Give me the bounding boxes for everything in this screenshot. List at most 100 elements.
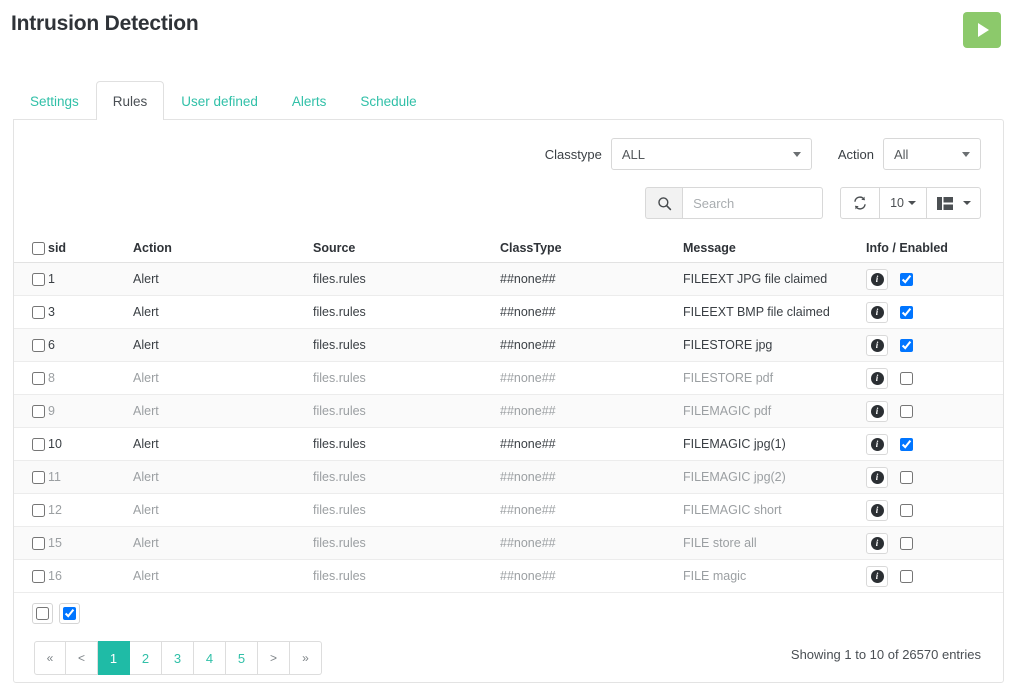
table-row[interactable]: 3 Alert files.rules ##none## FILEEXT BMP fil… xyxy=(14,296,1003,329)
cell-message: FILEEXT JPG file claimed xyxy=(683,272,828,286)
info-button[interactable]: i xyxy=(866,499,888,521)
tab-user-defined[interactable]: User defined xyxy=(164,81,275,120)
action-label: Action xyxy=(837,146,874,162)
row-select-checkbox[interactable] xyxy=(32,570,45,584)
bulk-toggle-group xyxy=(32,603,80,624)
enabled-checkbox[interactable] xyxy=(900,569,913,583)
info-button[interactable]: i xyxy=(866,334,888,356)
page-button[interactable]: 3 xyxy=(162,641,194,675)
bulk-disable-button[interactable] xyxy=(32,603,53,624)
row-select-checkbox[interactable] xyxy=(32,405,45,419)
cell-source: files.rules xyxy=(313,272,366,286)
tab-label: User defined xyxy=(181,93,258,109)
tab-label: Rules xyxy=(112,93,148,109)
info-button[interactable]: i xyxy=(866,565,888,587)
row-select-checkbox[interactable] xyxy=(32,438,45,452)
row-select-checkbox[interactable] xyxy=(32,471,45,485)
page-button[interactable]: » xyxy=(290,641,322,675)
row-select-checkbox[interactable] xyxy=(32,306,45,320)
row-select-checkbox[interactable] xyxy=(32,504,45,518)
enabled-checkbox[interactable] xyxy=(900,437,913,451)
page-button[interactable]: 4 xyxy=(194,641,226,675)
page-button[interactable]: 5 xyxy=(226,641,258,675)
bulk-enable-button[interactable] xyxy=(59,603,80,624)
column-header[interactable]: Message xyxy=(683,241,866,255)
row-select-cell xyxy=(14,536,48,551)
intrusion-detection-page: Intrusion Detection Settings Rules User de… xyxy=(0,0,1017,696)
tab-settings[interactable]: Settings xyxy=(13,81,96,120)
info-button[interactable]: i xyxy=(866,532,888,554)
search-glyph xyxy=(657,196,671,210)
column-header[interactable]: Info / Enabled xyxy=(866,241,1003,255)
table-row[interactable]: 9 Alert files.rules ##none## FILEMAGIC pdf i xyxy=(14,395,1003,428)
classtype-select[interactable]: ALL xyxy=(610,138,812,170)
cell-sid: 9 xyxy=(48,404,55,418)
cell-classtype: ##none## xyxy=(500,371,556,385)
info-button[interactable]: i xyxy=(866,466,888,488)
cell-sid: 1 xyxy=(48,272,55,286)
info-button[interactable]: i xyxy=(866,367,888,389)
cell-message: FILEMAGIC pdf xyxy=(683,404,772,418)
info-button[interactable]: i xyxy=(866,400,888,422)
tab-alerts[interactable]: Alerts xyxy=(275,81,344,120)
action-select[interactable]: All xyxy=(883,138,981,170)
info-button[interactable]: i xyxy=(866,433,888,455)
table-row[interactable]: 16 Alert files.rules ##none## FILE magic i xyxy=(14,560,1003,593)
tab-rules[interactable]: Rules xyxy=(95,81,165,121)
page-button[interactable]: > xyxy=(258,641,290,675)
info-button[interactable]: i xyxy=(866,301,888,323)
cell-info-enabled: i xyxy=(866,301,1003,323)
enabled-checkbox[interactable] xyxy=(900,404,913,418)
column-header[interactable]: Source xyxy=(313,241,500,255)
info-icon: i xyxy=(870,437,884,451)
play-button[interactable] xyxy=(963,12,1001,48)
cell-source: files.rules xyxy=(313,338,366,352)
bulk-unchecked-icon[interactable] xyxy=(36,607,49,620)
enabled-checkbox[interactable] xyxy=(900,503,913,517)
page-button[interactable]: « xyxy=(34,641,66,675)
enabled-checkbox[interactable] xyxy=(900,305,913,319)
select-all-checkbox[interactable] xyxy=(32,241,45,255)
enabled-checkbox[interactable] xyxy=(900,338,913,352)
row-select-cell xyxy=(14,569,48,584)
table-row[interactable]: 12 Alert files.rules ##none## FILEMAGIC shor… xyxy=(14,494,1003,527)
page-button[interactable]: 1 xyxy=(98,641,130,675)
row-select-checkbox[interactable] xyxy=(32,273,45,287)
columns-caret[interactable] xyxy=(963,187,981,219)
page-button[interactable]: < xyxy=(66,641,98,675)
cell-classtype: ##none## xyxy=(500,569,556,583)
enabled-checkbox[interactable] xyxy=(900,272,913,286)
play-icon xyxy=(978,23,989,37)
refresh-button[interactable] xyxy=(840,187,881,219)
cell-classtype: ##none## xyxy=(500,503,556,517)
info-button[interactable]: i xyxy=(866,268,888,290)
search-input[interactable] xyxy=(682,187,824,219)
columns-button[interactable] xyxy=(926,187,964,219)
column-header[interactable]: Action xyxy=(133,241,313,255)
table-row[interactable]: 10 Alert files.rules ##none## FILEMAGIC jpg(… xyxy=(14,428,1003,461)
column-header[interactable]: ClassType xyxy=(500,241,683,255)
chevron-down-icon xyxy=(792,152,801,157)
table-row[interactable]: 15 Alert files.rules ##none## FILE store all… xyxy=(14,527,1003,560)
cell-info-enabled: i xyxy=(866,367,1003,389)
cell-source: files.rules xyxy=(313,371,366,385)
page-button[interactable]: 2 xyxy=(130,641,162,675)
bulk-checked-icon[interactable] xyxy=(63,607,76,620)
page-size-button[interactable]: 10 xyxy=(879,187,927,219)
table-row[interactable]: 8 Alert files.rules ##none## FILESTORE pdf i xyxy=(14,362,1003,395)
table-row[interactable]: 6 Alert files.rules ##none## FILESTORE jpg i xyxy=(14,329,1003,362)
cell-sid: 6 xyxy=(48,338,55,352)
row-select-checkbox[interactable] xyxy=(32,372,45,386)
search-icon[interactable] xyxy=(645,187,683,219)
table-row[interactable]: 11 Alert files.rules ##none## FILEMAGIC jpg(… xyxy=(14,461,1003,494)
enabled-checkbox[interactable] xyxy=(900,470,913,484)
tab-schedule[interactable]: Schedule xyxy=(343,81,433,120)
column-header[interactable]: sid xyxy=(48,241,133,255)
cell-classtype: ##none## xyxy=(500,470,556,484)
row-select-checkbox[interactable] xyxy=(32,339,45,353)
table-row[interactable]: 1 Alert files.rules ##none## FILEEXT JPG fil… xyxy=(14,263,1003,296)
enabled-checkbox[interactable] xyxy=(900,536,913,550)
enabled-checkbox[interactable] xyxy=(900,371,913,385)
cell-info-enabled: i xyxy=(866,466,1003,488)
row-select-checkbox[interactable] xyxy=(32,537,45,551)
